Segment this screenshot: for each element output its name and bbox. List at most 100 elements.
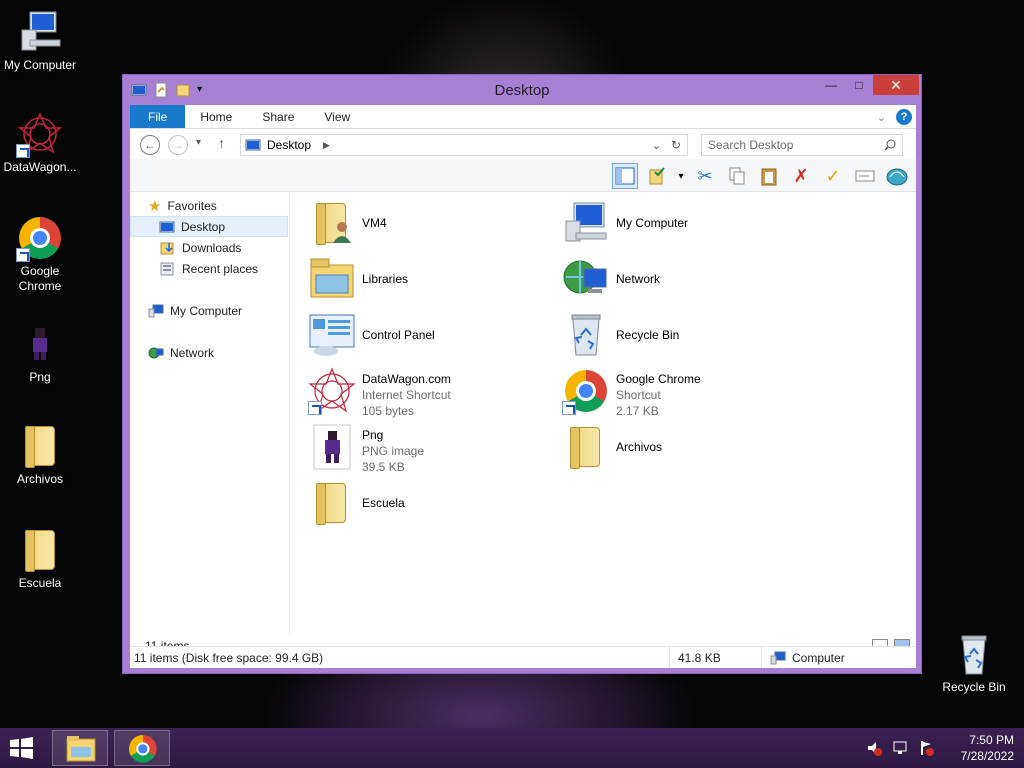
star-icon: ★ xyxy=(148,197,162,215)
file-item[interactable]: Google Chrome Shortcut 2.17 KB xyxy=(562,367,802,423)
clock-date: 7/28/2022 xyxy=(960,749,1014,763)
desktop-icon-png[interactable]: Png xyxy=(0,320,80,385)
delete-icon[interactable]: ✗ xyxy=(788,163,814,189)
status-summary: 11 items (Disk free space: 99.4 GB) xyxy=(134,650,324,665)
select-all-icon[interactable] xyxy=(644,163,670,189)
file-item[interactable]: VM4 xyxy=(308,199,548,255)
start-button[interactable] xyxy=(6,736,40,760)
nav-desktop[interactable]: Desktop xyxy=(130,216,288,237)
breadcrumb-chevron-icon[interactable]: ▶ xyxy=(323,140,330,151)
windows-logo-icon xyxy=(10,737,33,759)
nav-my-computer[interactable]: My Computer xyxy=(148,300,242,321)
back-button[interactable]: ← xyxy=(140,135,160,155)
recent-locations-icon[interactable]: ▾ xyxy=(196,137,201,148)
nav-label: My Computer xyxy=(170,303,243,318)
help-icon[interactable]: ? xyxy=(896,109,912,125)
address-bar[interactable]: Desktop ▶ ⌄ ↻ xyxy=(240,134,688,156)
close-button[interactable]: ✕ xyxy=(873,75,919,95)
tab-home[interactable]: Home xyxy=(185,105,247,128)
nav-downloads[interactable]: Downloads xyxy=(160,237,241,258)
paste-icon[interactable] xyxy=(756,163,782,189)
file-item[interactable]: DataWagon.com Internet Shortcut 105 byte… xyxy=(308,367,548,423)
nav-label: Recent places xyxy=(182,261,259,276)
status-location: Computer xyxy=(792,650,845,665)
clock-time: 7:50 PM xyxy=(969,733,1014,747)
nav-label: Network xyxy=(170,345,215,360)
nav-recent-places[interactable]: Recent places xyxy=(160,258,258,279)
folder-icon xyxy=(16,526,64,574)
network-status-icon[interactable] xyxy=(892,740,908,756)
preview-pane-icon[interactable] xyxy=(612,163,638,189)
desktop-icon-label: Png xyxy=(29,370,51,384)
file-item[interactable]: Archivos xyxy=(562,423,802,479)
desktop-icon-label: Archivos xyxy=(16,472,63,486)
desktop-icon-archivos[interactable]: Archivos xyxy=(0,422,80,487)
datawagon-icon xyxy=(308,367,356,415)
file-item[interactable]: Escuela xyxy=(308,479,548,535)
computer-icon xyxy=(770,651,786,664)
title-bar[interactable]: ▾ Desktop — □ ✕ xyxy=(123,75,921,105)
chrome-icon xyxy=(129,735,157,763)
recycle-bin-icon xyxy=(950,630,998,678)
search-placeholder: Search Desktop xyxy=(708,138,794,152)
item-type: Shortcut xyxy=(616,388,661,402)
nav-network[interactable]: Network xyxy=(148,342,214,363)
cut-icon[interactable]: ✂ xyxy=(692,163,718,189)
item-name: Google Chrome xyxy=(616,372,701,386)
tab-view[interactable]: View xyxy=(309,105,365,128)
desktop-icon-label: My Computer xyxy=(3,58,77,72)
file-item[interactable]: Control Panel xyxy=(308,311,548,367)
shell-icon[interactable] xyxy=(884,163,910,189)
tab-share[interactable]: Share xyxy=(247,105,309,128)
expand-ribbon-icon[interactable]: ⌄ xyxy=(877,111,886,124)
forward-button[interactable]: → xyxy=(168,135,188,155)
desktop-icon-datawagon[interactable]: DataWagon... xyxy=(0,110,80,175)
tab-file[interactable]: File xyxy=(130,105,186,128)
select-dropdown-icon[interactable]: ▾ xyxy=(676,163,686,189)
item-name: My Computer xyxy=(616,216,689,230)
taskbar-file-explorer[interactable] xyxy=(52,730,108,766)
file-item[interactable]: My Computer xyxy=(562,199,802,255)
file-explorer-icon xyxy=(66,736,96,762)
folder-icon xyxy=(562,423,610,471)
chrome-icon xyxy=(562,367,610,415)
desktop-icon xyxy=(245,139,261,151)
nav-label: Desktop xyxy=(181,219,226,234)
address-dropdown-icon[interactable]: ⌄ xyxy=(652,139,661,152)
status-size: 41.8 KB xyxy=(678,650,721,665)
search-icon[interactable] xyxy=(884,139,896,151)
up-button[interactable]: ↑ xyxy=(218,135,225,151)
item-name: Network xyxy=(616,272,661,286)
maximize-button[interactable]: □ xyxy=(845,75,873,95)
item-size: 105 bytes xyxy=(362,404,415,418)
item-size: 39.5 KB xyxy=(362,460,405,474)
file-item[interactable]: Libraries xyxy=(308,255,548,311)
minimize-button[interactable]: — xyxy=(817,75,845,95)
rename-icon[interactable] xyxy=(852,163,878,189)
desktop-icon-my-computer[interactable]: My Computer xyxy=(0,8,80,73)
checkmark-icon[interactable]: ✓ xyxy=(820,163,846,189)
system-tray xyxy=(866,740,934,756)
taskbar-google-chrome[interactable] xyxy=(114,730,170,766)
window-client: File Home Share View ⌄ ? ← → ▾ ↑ Desktop… xyxy=(130,105,916,668)
system-clock[interactable]: 7:50 PM 7/28/2022 xyxy=(961,732,1014,764)
network-icon xyxy=(148,347,164,358)
desktop-icon-label: Escuela xyxy=(18,576,62,590)
item-name: VM4 xyxy=(362,216,387,230)
datawagon-icon xyxy=(16,110,64,158)
action-center-icon[interactable] xyxy=(918,740,934,756)
volume-muted-icon[interactable] xyxy=(866,740,882,756)
chrome-icon xyxy=(16,214,64,262)
breadcrumb[interactable]: Desktop xyxy=(267,138,311,152)
desktop-icon-google-chrome[interactable]: Google Chrome xyxy=(0,214,80,294)
file-item[interactable]: Network xyxy=(562,255,802,311)
desktop-icon-recycle-bin[interactable]: Recycle Bin xyxy=(934,630,1014,695)
copy-icon[interactable] xyxy=(724,163,750,189)
refresh-icon[interactable]: ↻ xyxy=(671,138,681,152)
desktop-icon-escuela[interactable]: Escuela xyxy=(0,526,80,591)
nav-favorites[interactable]: ★ Favorites xyxy=(148,195,217,216)
file-item[interactable]: Recycle Bin xyxy=(562,311,802,367)
file-item[interactable]: Png PNG image 39.5 KB xyxy=(308,423,548,479)
search-input[interactable]: Search Desktop xyxy=(701,134,903,156)
png-image-icon xyxy=(16,320,64,368)
